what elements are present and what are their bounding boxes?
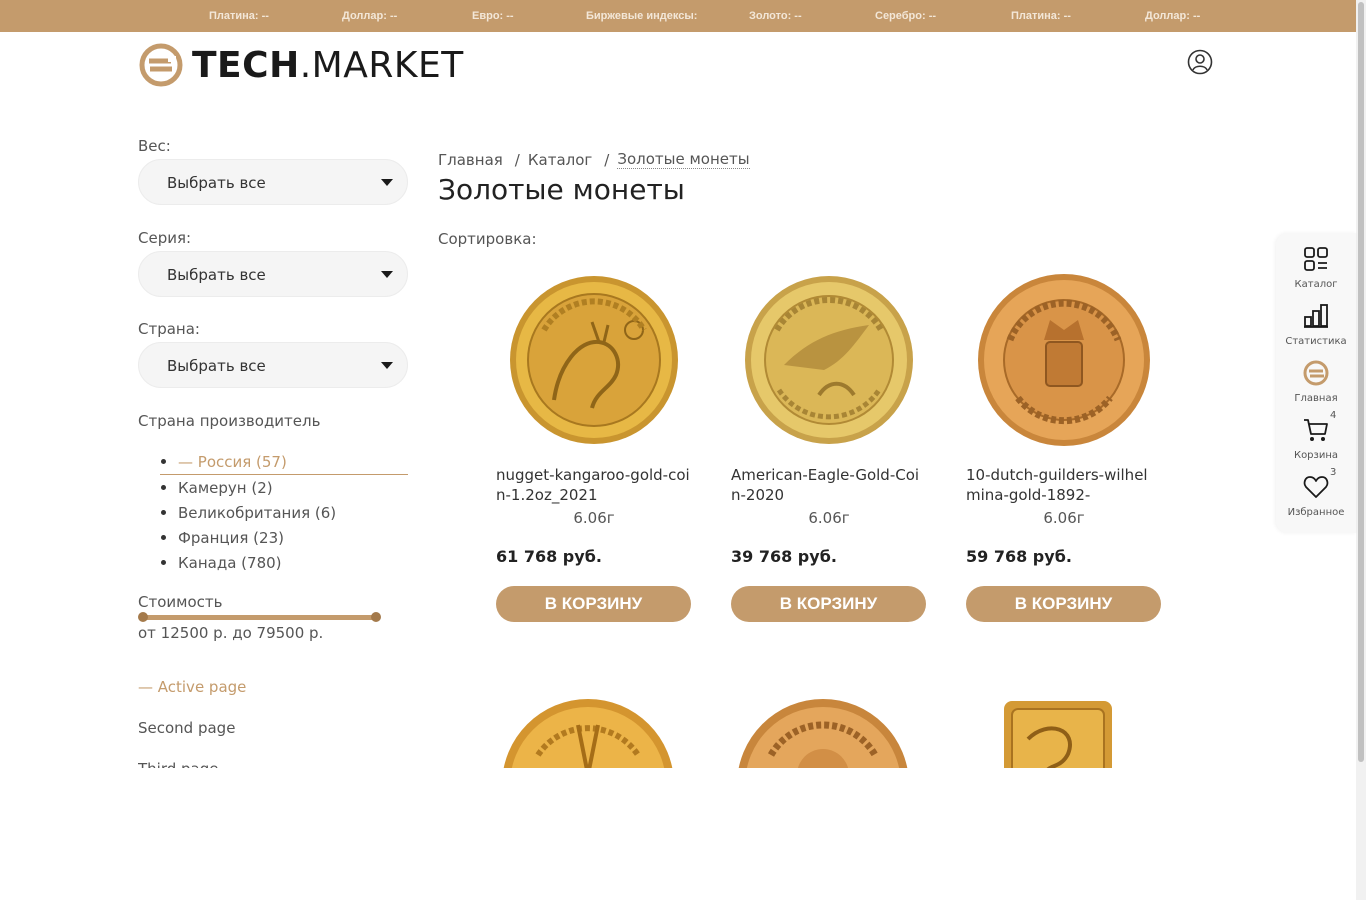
weight-select[interactable]: Выбрать все <box>138 159 408 205</box>
panel-stats-label: Статистика <box>1285 336 1347 347</box>
stats-icon <box>1304 304 1328 328</box>
chevron-down-icon <box>381 271 393 278</box>
brand-name: TECH.MARKET <box>192 44 464 86</box>
panel-cart-label: Корзина <box>1293 450 1339 461</box>
weight-filter-label: Вес: <box>138 137 171 155</box>
logo-mark-icon <box>139 43 183 87</box>
producer-item-france[interactable]: Франция (23) <box>160 527 408 552</box>
price-max-handle[interactable] <box>371 612 381 622</box>
price-range-text: от 12500 р. до 79500 р. <box>138 624 324 642</box>
product-weight: 6.06г <box>1043 509 1085 527</box>
product-card: nugget-kangaroo-gold-coin-1.2oz_2021 6.0… <box>496 265 692 622</box>
heart-icon <box>1303 476 1329 498</box>
panel-home-label: Главная <box>1294 393 1338 404</box>
ticker-item: Доллар: -- <box>1145 10 1201 22</box>
product-card: 10-dutch-guilders-wilhelmina-gold-1892- … <box>966 265 1162 622</box>
panel-favorites-label: Избранное <box>1287 507 1345 518</box>
country-select-value: Выбрать все <box>167 357 266 375</box>
breadcrumb-current: Золотые монеты <box>617 150 750 169</box>
ticker-item: Серебро: -- <box>875 10 937 22</box>
side-nav-third-page-clip: Third page <box>138 758 338 768</box>
ticker-item: Золото: -- <box>749 10 802 22</box>
panel-cart[interactable]: 4 Корзина <box>1276 410 1356 461</box>
producer-country-list: — Россия (57) Камерун (2) Великобритания… <box>160 451 408 577</box>
home-logo-icon <box>1303 360 1329 386</box>
panel-favorites[interactable]: 3 Избранное <box>1276 467 1356 518</box>
producer-item-uk[interactable]: Великобритания (6) <box>160 502 408 527</box>
add-to-cart-button[interactable]: В КОРЗИНУ <box>731 586 926 622</box>
ticker-item: Евро: -- <box>472 10 514 22</box>
product-price: 39 768 руб. <box>731 547 837 566</box>
breadcrumb: Главная / Каталог / Золотые монеты <box>438 150 750 169</box>
product-name[interactable]: American-Eagle-Gold-Coin-2020 <box>731 465 927 505</box>
site-logo[interactable]: TECH.MARKET <box>138 40 464 90</box>
page-title: Золотые монеты <box>438 173 685 206</box>
kangaroo-coin-image <box>510 276 678 444</box>
product-row-partial <box>490 695 1160 768</box>
breadcrumb-separator: / <box>604 150 610 169</box>
chevron-down-icon <box>381 179 393 186</box>
liberty-coin-image[interactable] <box>498 695 678 768</box>
ticker-item: Биржевые индексы: <box>586 10 698 22</box>
product-weight: 6.06г <box>808 509 850 527</box>
country-filter-label: Страна: <box>138 320 200 338</box>
product-card: American-Eagle-Gold-Coin-2020 6.06г 39 7… <box>731 265 927 622</box>
user-account-icon[interactable] <box>1187 49 1213 75</box>
country-select[interactable]: Выбрать все <box>138 342 408 388</box>
producer-item-russia[interactable]: — Россия (57) <box>160 451 408 475</box>
product-price: 59 768 руб. <box>966 547 1072 566</box>
series-select-value: Выбрать все <box>167 266 266 284</box>
ticker-item: Платина: -- <box>209 10 269 22</box>
wilhelmina-coin-image[interactable] <box>733 695 913 768</box>
panel-home[interactable]: Главная <box>1276 359 1356 404</box>
add-to-cart-button[interactable]: В КОРЗИНУ <box>966 586 1161 622</box>
favorites-count-badge: 3 <box>1330 467 1337 478</box>
product-price: 61 768 руб. <box>496 547 602 566</box>
price-min-handle[interactable] <box>138 612 148 622</box>
product-image[interactable] <box>496 265 692 455</box>
producer-item-cameroon[interactable]: Камерун (2) <box>160 477 408 502</box>
cart-icon <box>1304 419 1328 441</box>
dutch-guilder-coin-image <box>978 274 1150 446</box>
panel-catalog[interactable]: Каталог <box>1276 245 1356 290</box>
series-select[interactable]: Выбрать все <box>138 251 408 297</box>
eagle-coin-image <box>745 276 913 444</box>
ticker-item: Платина: -- <box>1011 10 1071 22</box>
sort-label[interactable]: Сортировка: <box>438 230 537 248</box>
weight-select-value: Выбрать все <box>167 174 266 192</box>
cart-count-badge: 4 <box>1330 410 1337 421</box>
product-image[interactable] <box>731 265 927 455</box>
product-image[interactable] <box>966 265 1162 455</box>
page-scrollbar[interactable] <box>1356 0 1366 900</box>
chevron-down-icon <box>381 362 393 369</box>
series-filter-label: Серия: <box>138 229 192 247</box>
panel-stats[interactable]: Статистика <box>1276 302 1356 347</box>
ticker-item: Доллар: -- <box>342 10 398 22</box>
price-ticker-bar: Платина: -- Доллар: -- Евро: -- Биржевые… <box>0 0 1356 32</box>
add-to-cart-button[interactable]: В КОРЗИНУ <box>496 586 691 622</box>
dragon-bar-image[interactable] <box>968 699 1148 768</box>
price-range-track[interactable] <box>141 615 379 620</box>
breadcrumb-home[interactable]: Главная <box>438 151 503 169</box>
breadcrumb-separator: / <box>514 150 520 169</box>
producer-country-title: Страна производитель <box>138 412 321 430</box>
product-name[interactable]: nugget-kangaroo-gold-coin-1.2oz_2021 <box>496 465 692 505</box>
panel-catalog-label: Каталог <box>1294 279 1338 290</box>
breadcrumb-catalog[interactable]: Каталог <box>528 151 592 169</box>
quick-actions-panel: Каталог Статистика Главная 4 Корзина 3 И… <box>1276 233 1356 533</box>
side-nav-second-page[interactable]: Second page <box>138 719 235 737</box>
price-filter-title: Стоимость <box>138 593 223 611</box>
product-name[interactable]: 10-dutch-guilders-wilhelmina-gold-1892- <box>966 465 1162 505</box>
product-weight: 6.06г <box>573 509 615 527</box>
producer-item-canada[interactable]: Канада (780) <box>160 552 408 577</box>
side-nav-active-page[interactable]: — Active page <box>138 678 246 696</box>
catalog-icon <box>1304 247 1328 271</box>
scrollbar-thumb[interactable] <box>1358 2 1364 762</box>
side-nav-third-page[interactable]: Third page <box>138 760 219 768</box>
